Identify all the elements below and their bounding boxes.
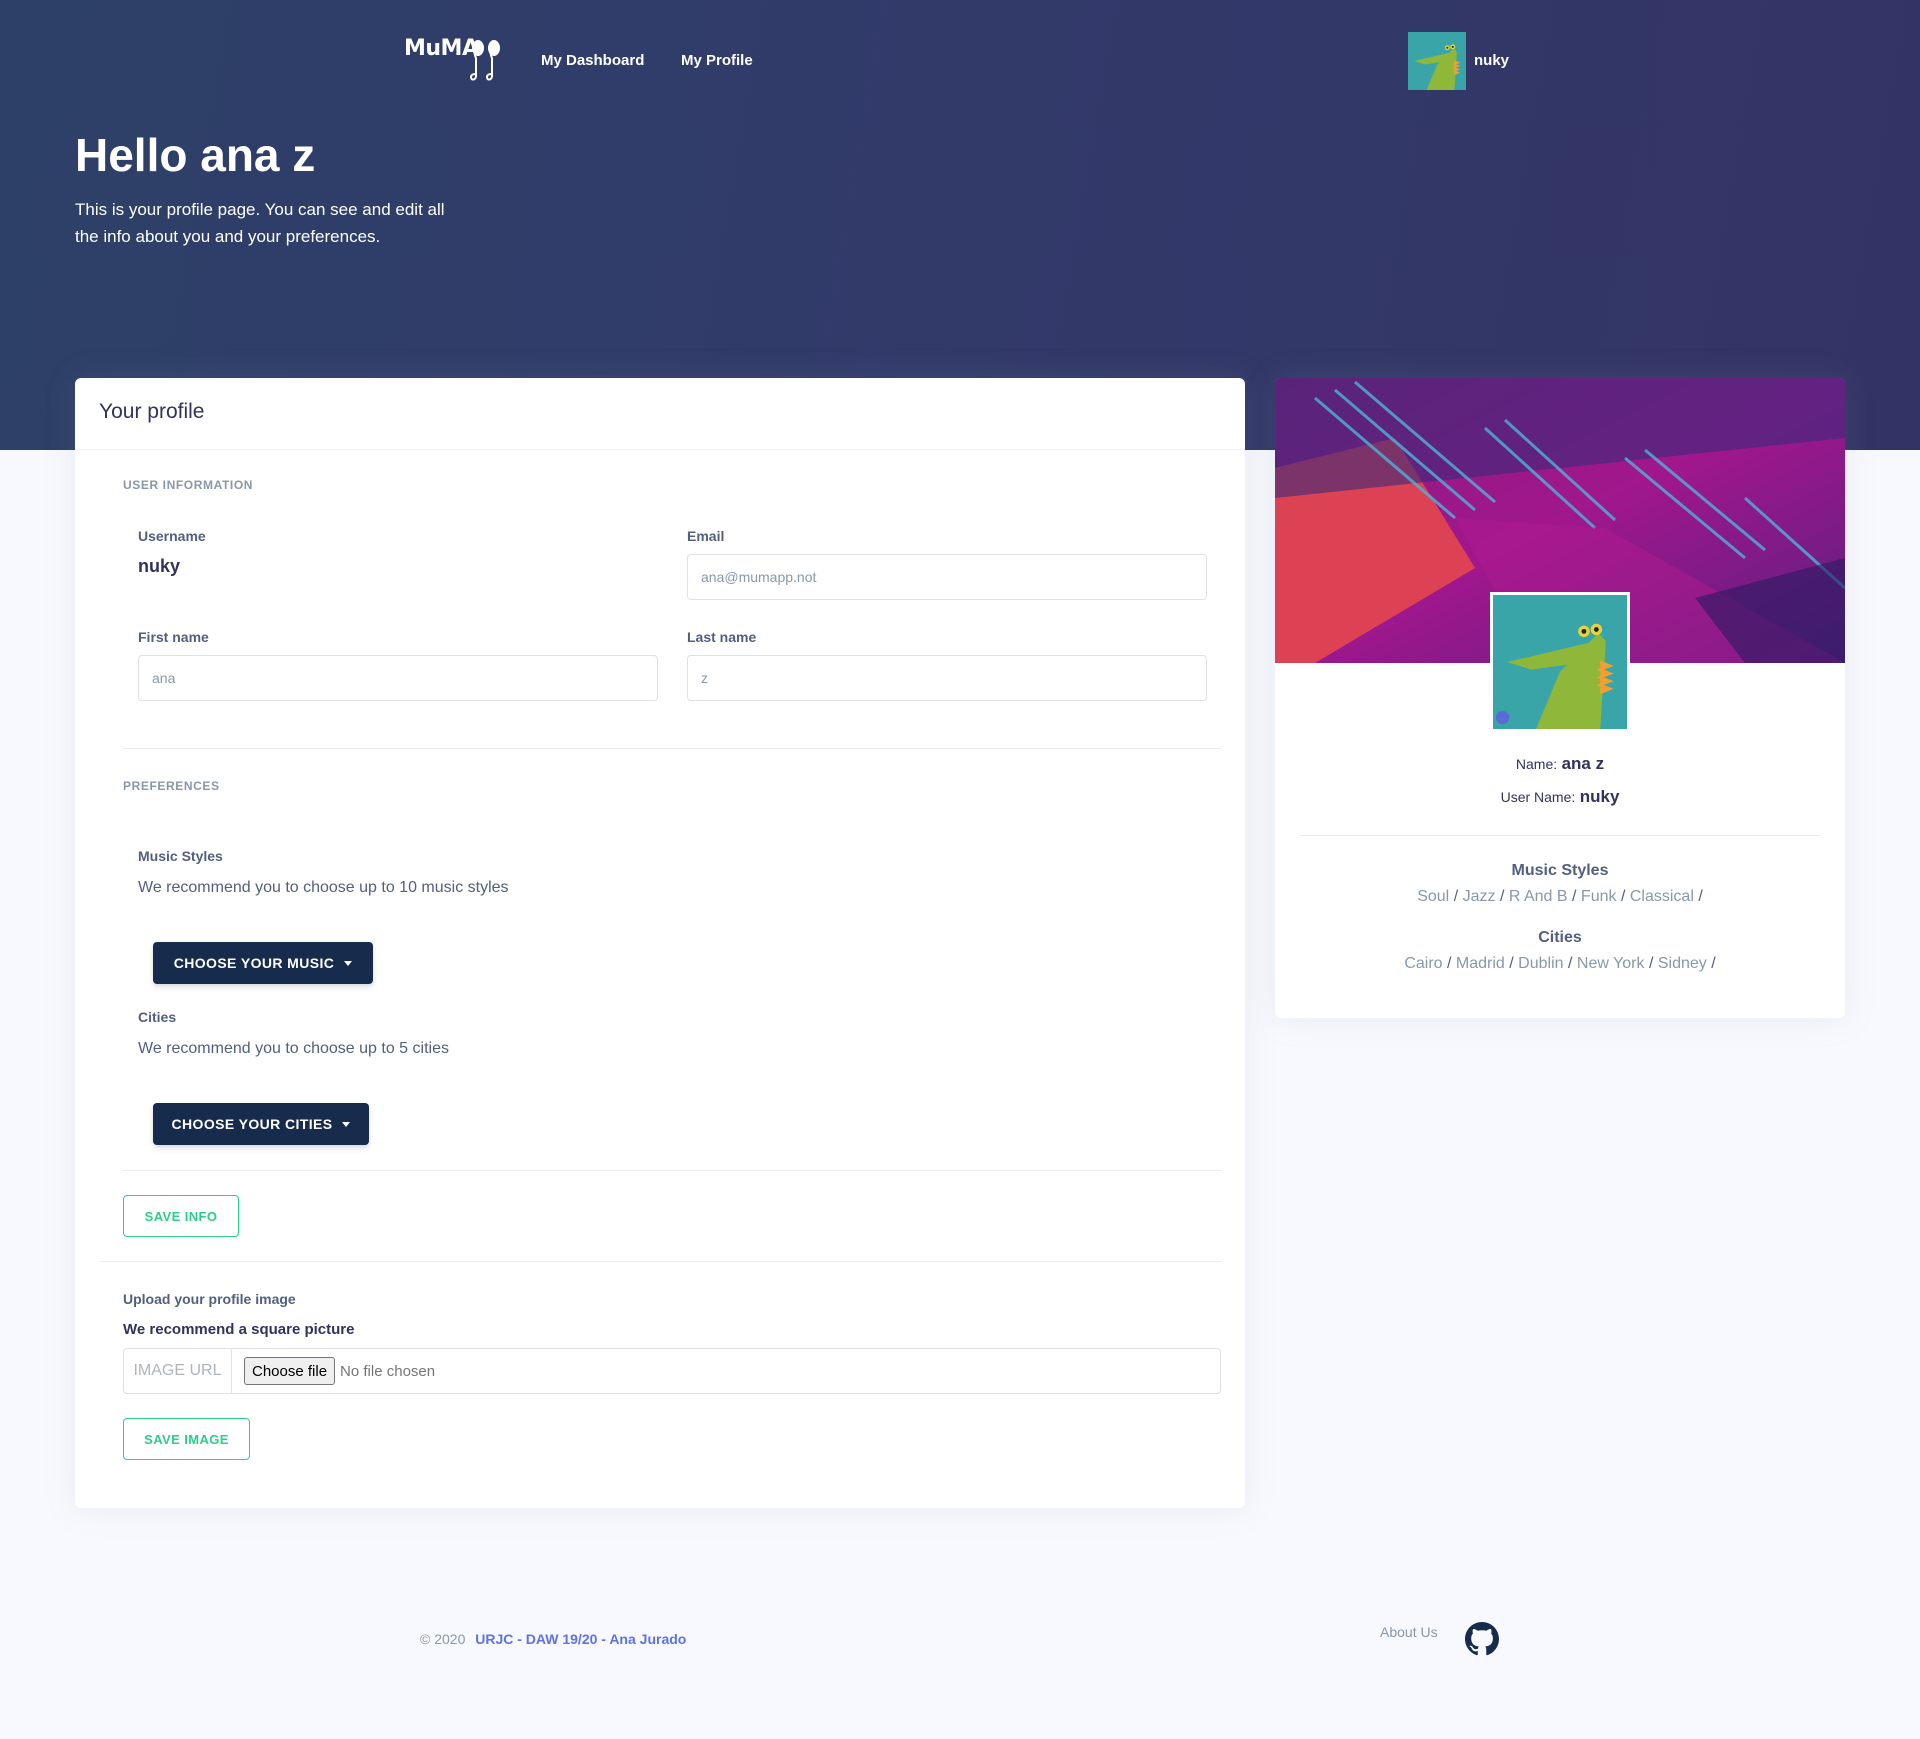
list-item: Classical xyxy=(1629,888,1694,905)
summary-username: User Name: nuky xyxy=(1275,787,1845,807)
card-header: Your profile xyxy=(75,378,1245,450)
summary-name: Name: ana z xyxy=(1275,754,1845,774)
logo-notes-icon xyxy=(470,40,500,81)
music-styles-help: We recommend you to choose up to 10 musi… xyxy=(138,879,509,896)
list-item: Dublin xyxy=(1518,955,1564,972)
choose-file-button[interactable]: Choose file xyxy=(244,1357,336,1385)
profile-form-card: Your profile User information Username n… xyxy=(75,378,1245,1508)
footer-credit-link[interactable]: URJC - DAW 19/20 - Ana Jurado xyxy=(475,1631,686,1647)
footer-copyright: © 2020 URJC - DAW 19/20 - Ana Jurado xyxy=(420,1631,686,1647)
list-item: Cairo xyxy=(1404,955,1443,972)
github-icon[interactable] xyxy=(1465,1622,1499,1656)
first-name-field[interactable] xyxy=(138,655,658,701)
first-name-label: First name xyxy=(138,629,209,645)
last-name-label: Last name xyxy=(687,629,757,645)
username-label: Username xyxy=(138,528,206,544)
caret-down-icon xyxy=(342,1121,351,1127)
page-title: Hello ana z xyxy=(75,129,316,181)
page-description: This is your profile page. You can see a… xyxy=(75,200,445,246)
upload-image-label: Upload your profile image xyxy=(123,1291,296,1307)
section-heading-user-info: User information xyxy=(123,478,254,492)
cities-help: We recommend you to choose up to 5 citie… xyxy=(138,1040,449,1057)
image-url-prefix: IMAGE URL xyxy=(124,1349,232,1393)
crocodile-avatar-icon xyxy=(1408,32,1466,90)
list-item: Soul xyxy=(1417,888,1450,905)
nav-avatar[interactable] xyxy=(1408,32,1466,90)
image-upload-field: IMAGE URL Choose file No file chosen xyxy=(123,1348,1221,1394)
copyright-text: © 2020 xyxy=(420,1631,466,1647)
list-item: Sidney xyxy=(1657,955,1707,972)
divider xyxy=(100,1261,1221,1262)
summary-cities-list: Cairo / Madrid / Dublin / New York / Sid… xyxy=(1404,955,1716,972)
choose-music-button[interactable]: CHOOSE YOUR MUSIC xyxy=(153,942,373,984)
upload-image-hint: We recommend a square picture xyxy=(123,1321,355,1338)
crocodile-avatar-icon xyxy=(1493,595,1627,729)
divider xyxy=(123,1170,1221,1171)
summary-cities-heading: Cities xyxy=(1538,929,1582,946)
summary-music-heading: Music Styles xyxy=(1511,862,1609,879)
caret-down-icon xyxy=(344,960,353,966)
nav-link-dashboard[interactable]: My Dashboard xyxy=(541,52,644,69)
choose-cities-label: CHOOSE YOUR CITIES xyxy=(171,1116,333,1132)
footer-about-link[interactable]: About Us xyxy=(1380,1624,1438,1640)
list-item: Funk xyxy=(1580,888,1617,905)
divider xyxy=(1300,835,1820,836)
list-item: Madrid xyxy=(1455,955,1505,972)
summary-username-label: User Name: xyxy=(1500,789,1576,805)
save-info-button[interactable]: SAVE INFO xyxy=(123,1195,239,1237)
list-item: New York xyxy=(1576,955,1645,972)
music-styles-label: Music Styles xyxy=(138,848,223,864)
summary-name-label: Name: xyxy=(1515,756,1558,772)
divider xyxy=(123,748,1221,749)
email-field[interactable] xyxy=(687,554,1207,600)
choose-cities-button[interactable]: CHOOSE YOUR CITIES xyxy=(153,1103,369,1145)
nav-link-profile[interactable]: My Profile xyxy=(681,52,753,69)
last-name-field[interactable] xyxy=(687,655,1207,701)
email-label: Email xyxy=(687,528,725,544)
username-value: nuky xyxy=(138,556,181,576)
logo-text: MuMA xyxy=(404,36,479,61)
nav-username[interactable]: nuky xyxy=(1474,52,1509,69)
summary-music-list: Soul / Jazz / R And B / Funk / Classical… xyxy=(1417,888,1703,905)
cities-label: Cities xyxy=(138,1009,177,1025)
choose-music-label: CHOOSE YOUR MUSIC xyxy=(173,955,335,971)
app-logo[interactable]: MuMA xyxy=(404,30,506,84)
profile-avatar xyxy=(1490,592,1630,732)
summary-username-value: nuky xyxy=(1579,787,1620,806)
profile-summary-card: Name: ana z User Name: nuky Music Styles… xyxy=(1275,378,1845,1018)
card-title: Your profile xyxy=(99,400,205,423)
save-image-button[interactable]: SAVE IMAGE xyxy=(123,1418,250,1460)
section-heading-preferences: Preferences xyxy=(123,779,220,793)
summary-name-value: ana z xyxy=(1561,754,1605,773)
list-item: Jazz xyxy=(1462,888,1496,905)
file-status: No file chosen xyxy=(340,1362,436,1380)
list-item: R And B xyxy=(1508,888,1568,905)
